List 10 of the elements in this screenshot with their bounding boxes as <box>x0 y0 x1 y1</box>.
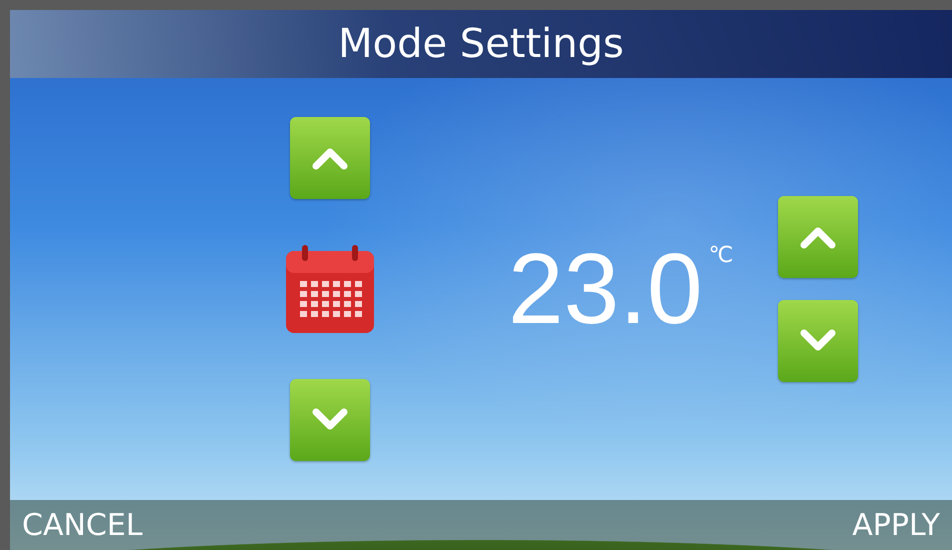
calendar-icon <box>284 243 376 335</box>
temperature-unit: ℃ <box>708 243 734 268</box>
cancel-button[interactable]: CANCEL <box>10 508 155 542</box>
screen-title: Mode Settings <box>338 21 624 67</box>
temperature-value: 23.0 <box>508 239 703 339</box>
temperature-up-button[interactable] <box>778 196 858 278</box>
mode-down-button[interactable] <box>290 379 370 461</box>
mode-up-button[interactable] <box>290 117 370 199</box>
temperature-down-button[interactable] <box>778 300 858 382</box>
apply-button[interactable]: APPLY <box>840 508 952 542</box>
